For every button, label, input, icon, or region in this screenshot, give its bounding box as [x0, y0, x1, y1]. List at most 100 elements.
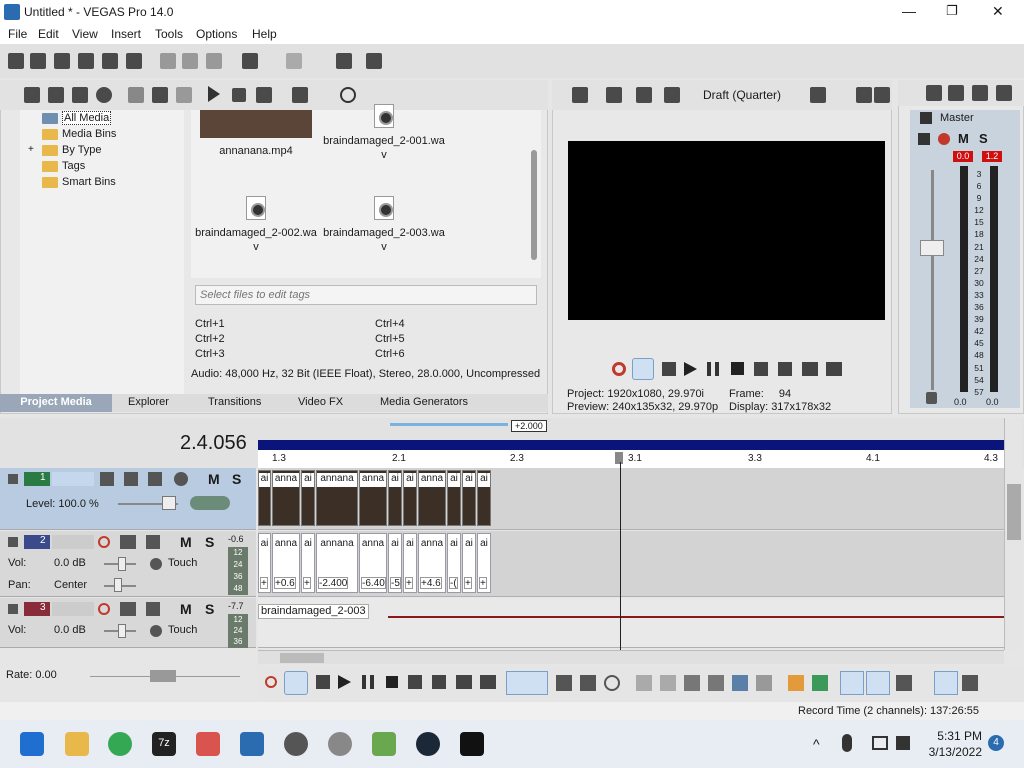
web-icon[interactable] [96, 87, 112, 103]
clock-time[interactable]: 5:31 PM [926, 729, 982, 743]
collapse-icon[interactable] [8, 537, 18, 547]
tags-input[interactable] [195, 285, 537, 305]
chevron-up-icon[interactable]: ^ [813, 736, 820, 752]
track-fx-icon[interactable] [148, 472, 162, 486]
time-ruler[interactable]: 1.3 2.1 2.3 3.1 3.3 4.1 4.3 [258, 450, 1004, 468]
normal-edit-tool[interactable] [506, 671, 548, 695]
automation-gear-icon[interactable] [150, 625, 162, 637]
track-solo-button[interactable]: S [205, 601, 214, 617]
windows-start-icon[interactable] [20, 732, 44, 756]
video-clip[interactable]: ai [388, 470, 402, 526]
insert-fx-icon[interactable] [918, 133, 930, 145]
play-from-start-icon[interactable] [662, 362, 676, 376]
composite-mode-icon[interactable] [190, 496, 230, 510]
preview-stop-icon[interactable] [731, 362, 744, 375]
vertical-scrollbar[interactable] [1004, 418, 1022, 650]
game-icon[interactable] [372, 732, 396, 756]
shortcut-label[interactable]: Ctrl+3 [195, 347, 225, 362]
next-frame-icon[interactable] [480, 675, 496, 689]
trim-start-icon[interactable] [684, 675, 700, 691]
views-icon[interactable] [292, 87, 308, 103]
previous-frame-icon[interactable] [456, 675, 472, 689]
video-clip[interactable]: ai [462, 470, 476, 526]
video-clip[interactable]: ai [477, 470, 491, 526]
tree-smart-bins[interactable]: Smart Bins [42, 176, 116, 191]
motion-icon[interactable] [124, 472, 138, 486]
stop-icon[interactable] [386, 676, 398, 688]
tab-project-media[interactable]: Project Media [0, 394, 112, 412]
rate-slider-handle[interactable] [150, 670, 176, 682]
auto-crossfade-icon[interactable] [866, 671, 890, 695]
minimize-button[interactable]: — [902, 3, 916, 19]
play-icon[interactable] [338, 675, 351, 689]
track-header-audio-3[interactable]: 3 M S -7.7 12 24 36 Vol: 0.0 dB Touch [0, 598, 256, 648]
clock-date[interactable]: 3/13/2022 [926, 745, 982, 759]
stop-icon[interactable] [232, 88, 246, 102]
paste-icon[interactable] [206, 53, 222, 69]
record-icon[interactable] [265, 676, 277, 688]
file-list-scrollbar[interactable] [531, 150, 537, 260]
downmix-icon[interactable] [948, 85, 964, 101]
shortcut-label[interactable]: Ctrl+5 [375, 332, 405, 347]
notification-badge[interactable]: 4 [988, 735, 1004, 751]
preview-quality-select[interactable]: Draft (Quarter) [703, 88, 781, 102]
video-clip[interactable]: annana [316, 470, 358, 526]
arm-record-icon[interactable] [98, 536, 110, 548]
previous-frame-icon[interactable] [802, 362, 818, 376]
video-track-lane[interactable]: ai anna ai annana anna ai ai anna ai ai ai [258, 468, 1004, 530]
automation-mode-select[interactable]: Touch [168, 624, 197, 636]
master-fx-icon[interactable] [938, 133, 950, 145]
audio-clip[interactable]: anna +4.6 [418, 533, 446, 593]
vegas-taskbar-icon[interactable] [240, 732, 264, 756]
split-screen-icon[interactable] [636, 87, 652, 103]
invert-phase-icon[interactable] [120, 535, 136, 549]
track-name-field[interactable] [52, 535, 94, 549]
media-file[interactable]: braindamaged_2-001.wa v [319, 104, 449, 162]
loop-region-bar[interactable] [258, 440, 1004, 450]
invert-phase-icon[interactable] [120, 602, 136, 616]
chrome-icon[interactable] [108, 732, 132, 756]
selection-edit-tool[interactable] [580, 675, 596, 691]
playhead-marker[interactable] [615, 452, 623, 464]
copy-icon[interactable] [182, 53, 198, 69]
tab-media-generators[interactable]: Media Generators [380, 396, 468, 408]
maximize-button[interactable]: ❐ [946, 3, 958, 19]
lock-envelopes-icon[interactable] [934, 671, 958, 695]
new-project-icon[interactable] [8, 53, 24, 69]
shortcut-label[interactable]: Ctrl+2 [195, 332, 225, 347]
render-icon[interactable] [102, 53, 118, 69]
menu-help[interactable]: Help [252, 27, 277, 41]
track-mute-button[interactable]: M [180, 534, 192, 550]
track-solo-button[interactable]: S [205, 534, 214, 550]
loop-playback-icon[interactable] [284, 671, 308, 695]
collapse-icon[interactable] [8, 604, 18, 614]
track-mute-button[interactable]: M [208, 471, 220, 487]
tree-all-media[interactable]: All Media [42, 111, 112, 127]
mixer-channels-icon[interactable] [996, 85, 1012, 101]
track-fx-icon[interactable] [146, 535, 160, 549]
go-to-start-icon[interactable] [754, 362, 768, 376]
preview-properties-gear-icon[interactable] [572, 87, 588, 103]
master-fader-handle[interactable] [920, 240, 944, 256]
media-fx-gear-icon[interactable] [152, 87, 168, 103]
audio-track-lane[interactable]: ai + anna +0.6 ai + annana -2.400 anna -6.40 ai -5 a… [258, 531, 1004, 597]
menu-options[interactable]: Options [196, 27, 237, 41]
trim-end-icon[interactable] [708, 675, 724, 691]
compositing-icon[interactable] [100, 472, 114, 486]
save-snapshot-icon[interactable] [874, 87, 890, 103]
play-from-start-icon[interactable] [316, 675, 330, 689]
expand-toggle[interactable]: + [28, 144, 34, 155]
vertical-scroll-thumb[interactable] [1007, 484, 1021, 540]
video-clip[interactable]: anna [359, 470, 387, 526]
track-mute-button[interactable]: M [180, 601, 192, 617]
track-gear-icon[interactable] [174, 472, 188, 486]
audio-clip[interactable]: ai + [403, 533, 417, 593]
level-slider-handle[interactable] [162, 496, 176, 510]
speaker-icon[interactable] [896, 736, 910, 750]
steam-icon[interactable] [416, 732, 440, 756]
zoom-bar[interactable] [390, 423, 508, 426]
automation-mode-select[interactable]: Touch [168, 557, 197, 569]
preview-play-icon[interactable] [684, 362, 697, 376]
tree-by-type[interactable]: + By Type [28, 144, 102, 159]
shortcut-label[interactable]: Ctrl+1 [195, 317, 225, 332]
